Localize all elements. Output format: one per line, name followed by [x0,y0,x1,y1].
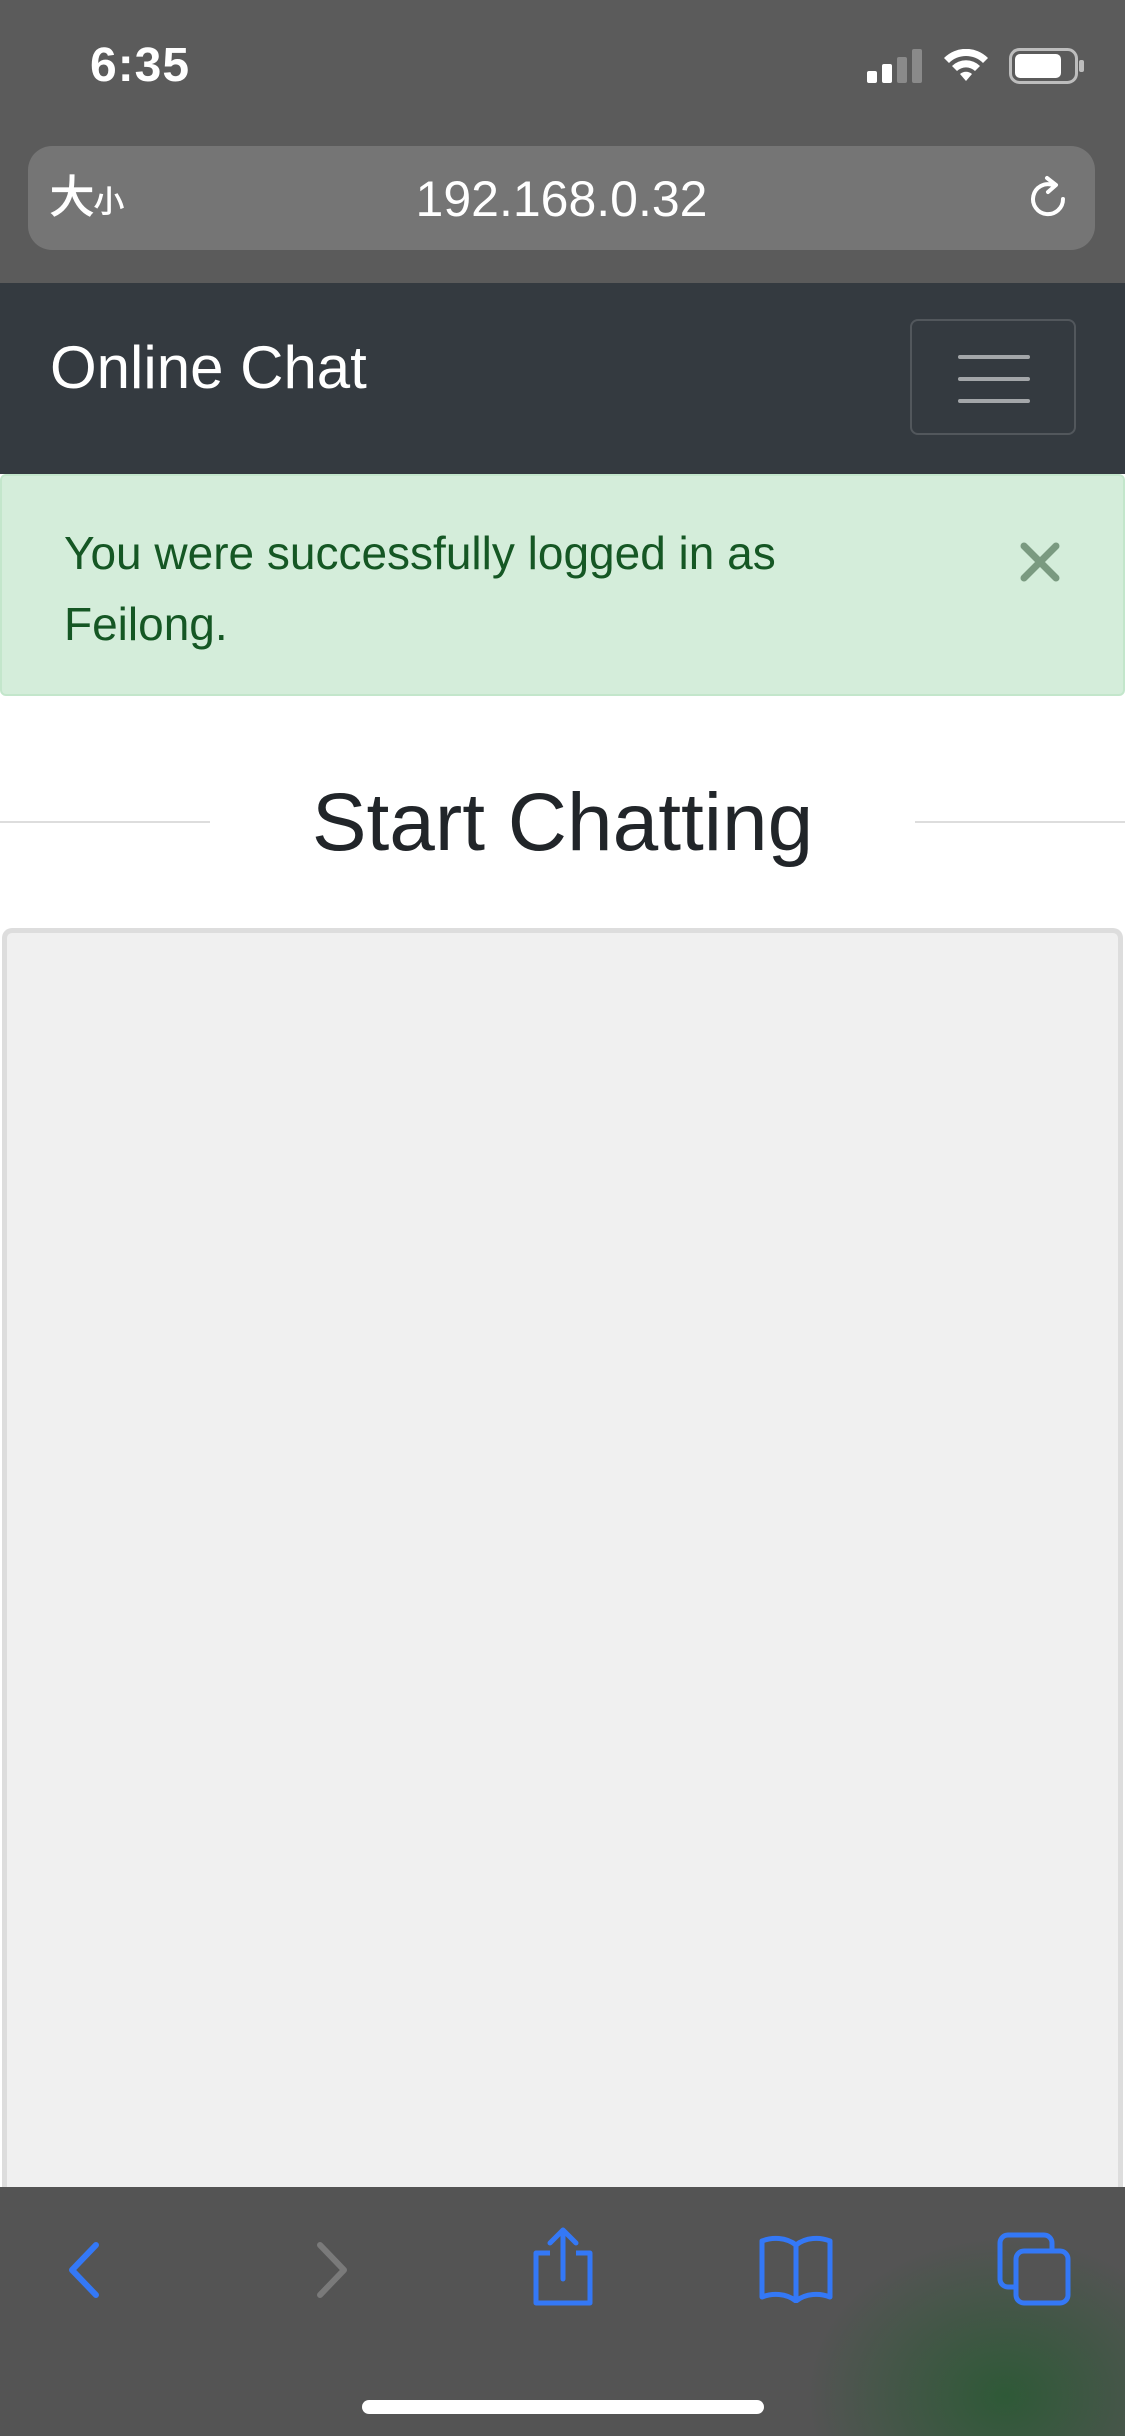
browser-bottom-toolbar [0,2187,1125,2436]
hamburger-bar [958,355,1030,359]
book-icon[interactable] [758,2233,834,2303]
status-time: 6:35 [90,39,191,92]
url-text[interactable]: 192.168.0.32 [28,172,1095,226]
screen: 6:35 大小 192.168.0.32 Online Chat You wer… [0,0,1125,2436]
navbar: Online Chat [0,283,1125,474]
close-icon[interactable] [1014,536,1066,588]
page-heading: Start Chatting [0,760,1125,890]
share-icon[interactable] [526,2227,600,2307]
tabs-icon[interactable] [996,2231,1072,2307]
success-alert: You were successfully logged in as Feilo… [0,474,1125,696]
home-indicator[interactable] [362,2400,764,2414]
hamburger-bar [958,377,1030,381]
browser-address-bar: 大小 192.168.0.32 [0,140,1125,283]
chevron-left-icon[interactable] [52,2235,122,2305]
heading-divider-right [915,821,1125,823]
navbar-toggle-button[interactable] [910,319,1076,435]
page-title: Start Chatting [311,777,814,868]
navbar-brand[interactable]: Online Chat [50,333,367,403]
url-field[interactable]: 大小 192.168.0.32 [28,146,1095,250]
wallpaper-glow [805,2236,1125,2436]
status-bar: 6:35 [0,0,1125,140]
cellular-signal-icon [867,49,922,83]
chat-messages-box[interactable] [2,928,1123,2228]
hamburger-bar [958,399,1030,403]
chevron-right-icon[interactable] [294,2235,364,2305]
alert-message: You were successfully logged in as Feilo… [64,527,776,650]
battery-icon [1009,48,1084,84]
wifi-icon [944,49,988,81]
reload-icon[interactable] [1023,174,1073,224]
status-icons [867,48,1085,84]
